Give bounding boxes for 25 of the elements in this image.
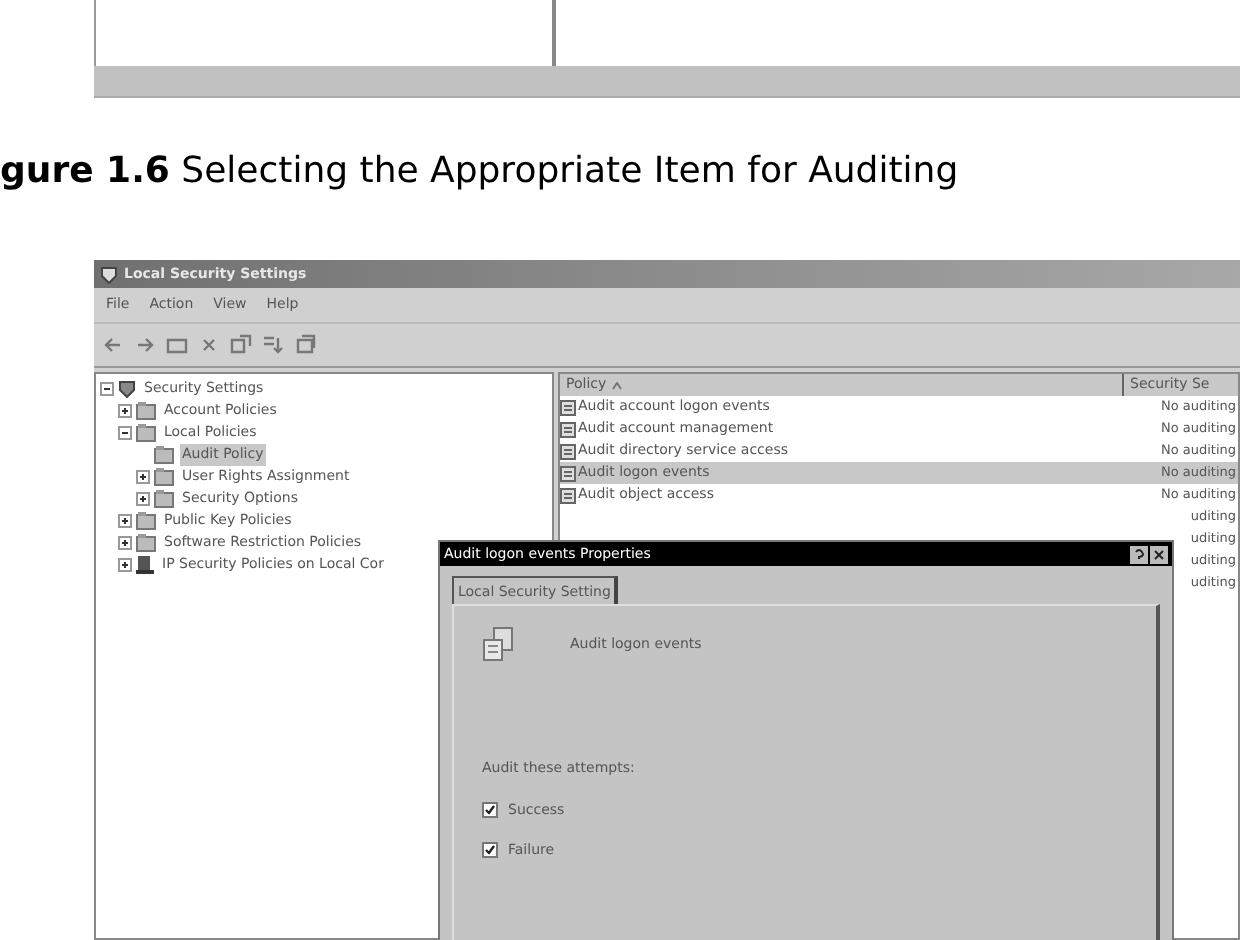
window-icon[interactable] [294, 334, 316, 356]
forward-icon[interactable] [134, 334, 156, 356]
expand-icon[interactable] [136, 492, 150, 506]
check-icon [484, 844, 496, 857]
shield-icon [100, 265, 118, 283]
help-icon[interactable] [1130, 545, 1148, 563]
checkbox[interactable] [482, 801, 498, 818]
collapse-icon[interactable] [118, 426, 132, 440]
expand-icon[interactable] [118, 404, 132, 418]
shield-icon [118, 380, 136, 398]
close-icon[interactable] [1150, 545, 1168, 563]
check-icon [484, 803, 496, 816]
expand-icon[interactable] [118, 558, 132, 572]
checkbox[interactable] [482, 842, 498, 859]
properties-icon[interactable] [230, 334, 252, 356]
computer-icon [136, 556, 154, 574]
back-icon[interactable] [102, 334, 124, 356]
expand-icon[interactable] [118, 514, 132, 528]
sort-icon [612, 381, 623, 389]
export-icon[interactable] [262, 334, 284, 356]
collapse-icon[interactable] [100, 382, 114, 396]
delete-icon[interactable] [198, 334, 220, 356]
expand-icon[interactable] [136, 470, 150, 484]
expand-icon[interactable] [118, 536, 132, 550]
figure-caption: gure 1.6 Selecting the Appropriate Item for Auditing [0, 150, 961, 194]
